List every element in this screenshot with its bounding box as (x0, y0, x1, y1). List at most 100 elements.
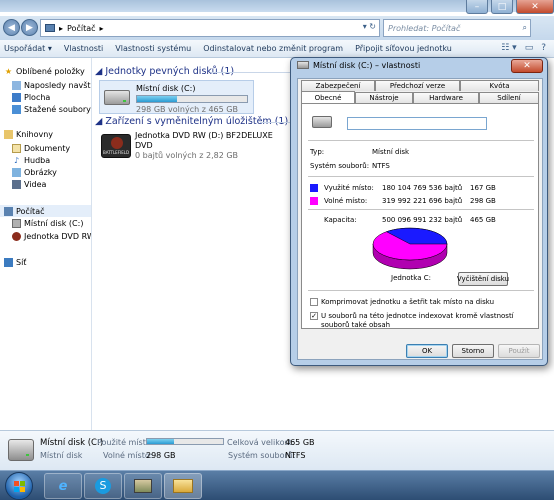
maximize-button[interactable]: □ (491, 0, 513, 14)
nav-item-drive-d[interactable]: Jednotka DVD RW (D (12, 232, 91, 241)
tab-general[interactable]: Obecné (301, 91, 355, 103)
nav-libraries[interactable]: Knihovny (4, 130, 53, 139)
used-gb: 167 GB (470, 184, 496, 192)
help-icon[interactable]: ? (541, 43, 546, 53)
search-icon[interactable]: ⌕ (523, 23, 527, 33)
nav-label: Jednotka DVD RW (D (24, 232, 91, 241)
minimize-button[interactable]: – (466, 0, 488, 14)
used-bytes: 180 104 769 536 bajtů (382, 184, 463, 192)
nav-item-downloads[interactable]: Stažené soubory (12, 105, 91, 114)
hard-disk-icon (297, 61, 309, 69)
used-label: Využité místo: (324, 184, 374, 192)
nav-computer[interactable]: Počítač (0, 205, 91, 217)
skype-icon[interactable]: S (84, 473, 122, 499)
tab-sharing[interactable]: Sdílení (479, 92, 539, 103)
details-type: Místní disk (40, 451, 83, 460)
nav-item-music[interactable]: ♪ Hudba (12, 156, 50, 165)
drive-c-usage-fill (137, 96, 177, 102)
preview-pane-icon[interactable]: ▭ (525, 43, 534, 53)
logo-text: BATTLEFIELD (102, 150, 130, 155)
drive-c-name: Místní disk (C:) (136, 84, 196, 93)
hard-disk-icon (12, 219, 21, 228)
details-free-label: Volné místo: (103, 451, 153, 460)
nav-network[interactable]: Síť (4, 258, 26, 267)
address-bar[interactable]: ▸ Počítač ▸ ▾ ↻ (40, 19, 380, 37)
nav-label: Naposledy navštíven (24, 81, 91, 90)
free-bytes: 319 992 221 696 bajtů (382, 197, 463, 205)
nav-label: Dokumenty (24, 144, 71, 153)
nav-item-pictures[interactable]: Obrázky (12, 168, 57, 177)
fs-label: Systém souborů: (310, 162, 370, 170)
tab-tools[interactable]: Nástroje (355, 92, 413, 103)
nav-label: Plocha (24, 93, 51, 102)
close-button[interactable]: ✕ (516, 0, 554, 14)
map-network-drive-button[interactable]: Připojit síťovou jednotku (355, 44, 452, 53)
dialog-close-button[interactable]: ✕ (511, 59, 543, 73)
compress-checkbox[interactable] (310, 298, 318, 306)
downloads-icon (12, 105, 21, 114)
properties-dialog: Místní disk (C:) – vlastnosti ✕ Zabezpeč… (290, 57, 548, 366)
breadcrumb[interactable]: Počítač (67, 24, 96, 33)
dvd-drive-icon (12, 232, 21, 241)
properties-button[interactable]: Vlastnosti (64, 44, 103, 53)
drive-d-type: DVD (135, 141, 153, 150)
start-button[interactable] (5, 472, 33, 500)
nav-item-documents[interactable]: Dokumenty (12, 144, 70, 153)
fs-value: NTFS (372, 162, 390, 170)
index-checkbox[interactable]: ✓ (310, 312, 318, 320)
nav-label: Hudba (24, 156, 51, 165)
type-label: Typ: (310, 148, 325, 156)
collapse-icon[interactable]: ◢ (95, 116, 105, 127)
uninstall-program-button[interactable]: Odinstalovat nebo změnit program (203, 44, 343, 53)
details-usage-fill (147, 439, 175, 444)
forward-button[interactable]: ▶ (21, 19, 38, 36)
separator (308, 209, 534, 210)
collapse-icon[interactable]: ◢ (95, 66, 105, 77)
explorer-folder-icon[interactable] (164, 473, 202, 499)
address-bar-row: ◀ ▶ ▸ Počítač ▸ ▾ ↻ Prohledat: Počítač ⌕ (0, 16, 554, 40)
computer-icon (45, 24, 55, 32)
drive-c-free: 298 GB volných z 465 GB (136, 105, 238, 114)
address-arrow[interactable]: ▸ (59, 24, 63, 33)
search-input[interactable]: Prohledat: Počítač ⌕ (383, 19, 531, 37)
capacity-gb: 465 GB (470, 216, 496, 224)
nav-item-desktop[interactable]: Plocha (12, 93, 50, 102)
cancel-button[interactable]: Storno (452, 344, 494, 358)
nav-item-videos[interactable]: Videa (12, 180, 46, 189)
nav-label: Obrázky (24, 168, 57, 177)
tab-hardware[interactable]: Hardware (413, 92, 479, 103)
nav-item-recent[interactable]: Naposledy navštíven (12, 81, 91, 90)
computer-icon (4, 206, 13, 216)
tab-previous-versions[interactable]: Předchozí verze (375, 80, 460, 91)
window-controls: – □ ✕ (463, 0, 554, 16)
free-space-swatch (310, 197, 318, 205)
taskbar: e S (0, 470, 554, 500)
tab-quota[interactable]: Kvóta (460, 80, 539, 91)
drive-letter-label: Jednotka C: (391, 274, 431, 282)
drive-d-tile[interactable]: BATTLEFIELD Jednotka DVD RW (D:) BF2DELU… (99, 130, 289, 164)
nav-item-drive-c[interactable]: Místní disk (C:) (12, 219, 83, 228)
address-arrow-2[interactable]: ▸ (100, 24, 104, 33)
nav-favorites[interactable]: ★ Oblíbené položky (4, 67, 85, 76)
ok-button[interactable]: OK (406, 344, 448, 358)
system-properties-button[interactable]: Vlastnosti systému (115, 44, 191, 53)
details-total-value: 465 GB (285, 438, 315, 447)
drive-c-tile[interactable]: Místní disk (C:) 298 GB volných z 465 GB (99, 80, 254, 114)
organize-button[interactable]: Uspořádat ▾ (4, 44, 52, 53)
tab-security[interactable]: Zabezpečení (301, 80, 375, 91)
disk-cleanup-button[interactable]: Vyčištění disku (457, 272, 509, 286)
nav-label: Stažené soubory (24, 105, 91, 114)
internet-explorer-icon[interactable]: e (44, 473, 82, 499)
back-button[interactable]: ◀ (3, 19, 20, 36)
separator (308, 140, 534, 141)
bf2-game-icon[interactable] (124, 473, 162, 499)
apply-button[interactable]: Použít (498, 344, 540, 358)
view-options-icon[interactable]: ☷ ▾ (501, 43, 516, 53)
recent-places-icon (12, 81, 21, 90)
details-usage-bar (146, 438, 224, 445)
refresh-icon[interactable]: ▾ ↻ (363, 22, 376, 31)
used-space-swatch (310, 184, 318, 192)
free-label: Volné místo: (324, 197, 368, 205)
group-divider (211, 72, 293, 73)
drive-label-input[interactable] (347, 117, 487, 130)
